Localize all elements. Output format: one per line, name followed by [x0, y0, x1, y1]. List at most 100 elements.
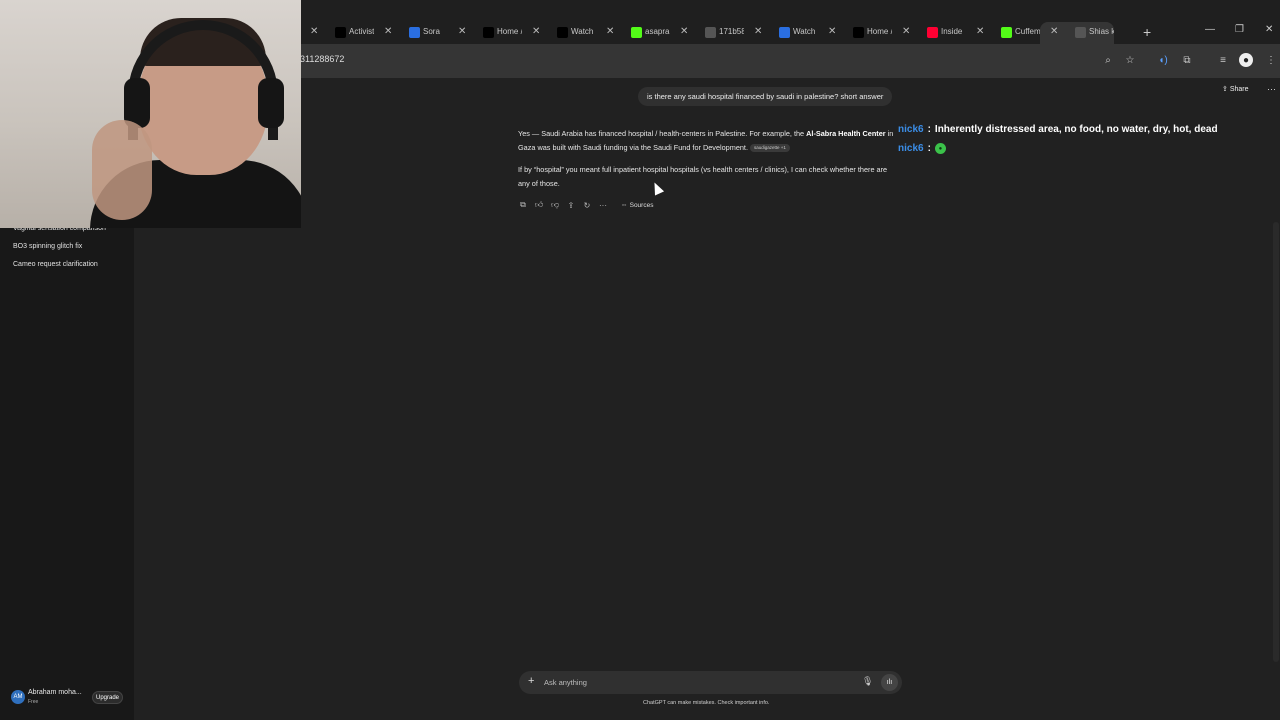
more-icon[interactable]: ···: [598, 200, 608, 210]
tab-label: Inside: [941, 27, 963, 36]
share-message-icon[interactable]: ⇪: [566, 200, 576, 210]
chat-input[interactable]: [544, 676, 844, 688]
microphone-icon[interactable]: 🎙︎: [862, 676, 873, 687]
browser-menu-icon[interactable]: ⋮: [1264, 53, 1278, 67]
avatar[interactable]: AM: [11, 690, 25, 704]
share-icon: ⇪: [1222, 86, 1230, 93]
chat-username: nick6: [898, 124, 924, 135]
tab-label: Shias k: [1089, 27, 1114, 36]
browser-tab[interactable]: ✕ Sora: [374, 22, 448, 44]
globe-icon: [705, 27, 716, 38]
sources-favicons-icon: ◦◦: [622, 201, 627, 209]
browser-tab[interactable]: ✕ Watch: [522, 22, 596, 44]
webcam-overlay: [0, 0, 301, 228]
youtube-icon: [927, 27, 938, 38]
close-tab-icon[interactable]: ✕: [828, 26, 836, 37]
sources-button[interactable]: ◦◦ Sources: [622, 202, 653, 209]
close-tab-icon[interactable]: ✕: [310, 26, 318, 37]
more-options-icon[interactable]: ···: [1267, 84, 1276, 94]
browser-tab[interactable]: ✕ Cuffem: [966, 22, 1040, 44]
answer-bold-text: Al-Sabra Health Center: [806, 129, 886, 138]
close-tab-icon[interactable]: ✕: [976, 26, 984, 37]
extensions-icon[interactable]: ⧉: [1180, 53, 1194, 67]
tab-label: Watch: [793, 27, 816, 36]
assistant-answer: Yes — Saudi Arabia has financed hospital…: [518, 127, 894, 191]
tiktok-icon: [557, 27, 568, 38]
citation-chip[interactable]: saudigazette +1: [750, 144, 790, 153]
restore-icon[interactable]: ❐: [1235, 24, 1244, 35]
tab-label: Sora: [423, 27, 440, 36]
minimize-icon[interactable]: —: [1205, 24, 1215, 35]
add-attachment-icon[interactable]: +: [528, 675, 534, 687]
media-control-icon[interactable]: ≡: [1216, 53, 1230, 67]
zoom-search-icon[interactable]: ⌕: [1101, 53, 1115, 67]
tab-list: ✕ Activist ✕ Sora ✕ Home / ✕ Watch ✕ asapran ✕ 171b…: [300, 22, 1114, 44]
composer: + 🎙︎ ılı: [519, 671, 902, 694]
chat-message: Inherently distressed area, no food, no …: [934, 124, 1218, 135]
kick-icon: [631, 27, 642, 38]
browser-tab[interactable]: ✕ Home /: [448, 22, 522, 44]
close-tab-icon[interactable]: ✕: [1050, 26, 1058, 37]
user-name[interactable]: Abraham moha...: [28, 689, 82, 696]
close-tab-icon[interactable]: ✕: [606, 26, 614, 37]
sora-icon: [779, 27, 790, 38]
scrollbar[interactable]: [1273, 222, 1279, 662]
close-window-icon[interactable]: ✕: [1265, 24, 1273, 35]
close-tab-icon[interactable]: ✕: [754, 26, 762, 37]
tab-label: asapran: [645, 27, 670, 36]
new-tab-icon[interactable]: +: [1143, 24, 1151, 40]
browser-tab[interactable]: ✕ Activist: [300, 22, 374, 44]
answer-text: Yes — Saudi Arabia has financed hospital…: [518, 129, 807, 138]
disclaimer: ChatGPT can make mistakes. Check importa…: [643, 700, 770, 706]
voice-mode-icon[interactable]: ılı: [881, 674, 898, 691]
browser-tab[interactable]: ✕ Home /: [818, 22, 892, 44]
tab-label: Cuffem: [1015, 27, 1040, 36]
tab-label: 171b58: [719, 27, 744, 36]
user-plan: Free: [28, 699, 39, 705]
sora-icon: [409, 27, 420, 38]
user-message: is there any saudi hospital financed by …: [638, 87, 893, 106]
x-icon: [853, 27, 864, 38]
browser-tab[interactable]: ✕ asapran: [596, 22, 670, 44]
thumbs-up-icon[interactable]: 👍︎: [534, 200, 544, 210]
bookmark-star-icon[interactable]: ☆: [1123, 53, 1137, 67]
close-tab-icon[interactable]: ✕: [680, 26, 688, 37]
tab-label: Watch: [571, 27, 594, 36]
close-tab-icon[interactable]: ✕: [532, 26, 540, 37]
kick-icon: [1001, 27, 1012, 38]
sources-label: Sources: [629, 201, 654, 209]
sidebar-item-chat[interactable]: Cameo request clarification: [13, 261, 98, 268]
browser-tab[interactable]: ✕ Shias k: [1040, 22, 1114, 44]
upgrade-button[interactable]: Upgrade: [92, 691, 123, 704]
x-icon: [483, 27, 494, 38]
emote-icon: ●: [934, 143, 946, 154]
tiktok-icon: [335, 27, 346, 38]
read-aloud-icon[interactable]: ◖): [1156, 53, 1170, 67]
close-tab-icon[interactable]: ✕: [902, 26, 910, 37]
message-actions: ⧉ 👍︎ 👎︎ ⇪ ↻ ··· ◦◦ Sources: [518, 200, 653, 210]
share-button[interactable]: ⇪ Share: [1222, 85, 1249, 93]
stream-chat-overlay: nick6: Inherently distressed area, no foo…: [898, 120, 1218, 158]
url-text[interactable]: 311288672: [300, 54, 344, 64]
chat-separator: :: [927, 143, 931, 154]
headset-earcup-right: [258, 78, 284, 128]
close-tab-icon[interactable]: ✕: [458, 26, 466, 37]
tab-label: Activist: [349, 27, 374, 36]
browser-tab[interactable]: ✕ Watch: [744, 22, 818, 44]
webcam-person-hand: [92, 120, 152, 220]
chat-overlay-line: nick6: ●: [898, 139, 1218, 158]
sidebar-item-chat[interactable]: BO3 spinning glitch fix: [13, 243, 82, 250]
thumbs-down-icon[interactable]: 👎︎: [550, 200, 560, 210]
chatgpt-icon: [1075, 27, 1086, 38]
screen: ✕ Activist ✕ Sora ✕ Home / ✕ Watch ✕ asapran ✕ 171b…: [0, 0, 1280, 720]
chat-separator: :: [927, 124, 931, 135]
regenerate-icon[interactable]: ↻: [582, 200, 592, 210]
tab-label: Home /: [497, 27, 522, 36]
close-tab-icon[interactable]: ✕: [384, 26, 392, 37]
profile-icon[interactable]: ●: [1239, 53, 1253, 67]
share-label: Share: [1229, 86, 1249, 93]
browser-tab[interactable]: ✕ 171b58: [670, 22, 744, 44]
answer-paragraph: Yes — Saudi Arabia has financed hospital…: [518, 127, 894, 155]
copy-icon[interactable]: ⧉: [518, 200, 528, 210]
browser-tab[interactable]: ✕ Inside: [892, 22, 966, 44]
